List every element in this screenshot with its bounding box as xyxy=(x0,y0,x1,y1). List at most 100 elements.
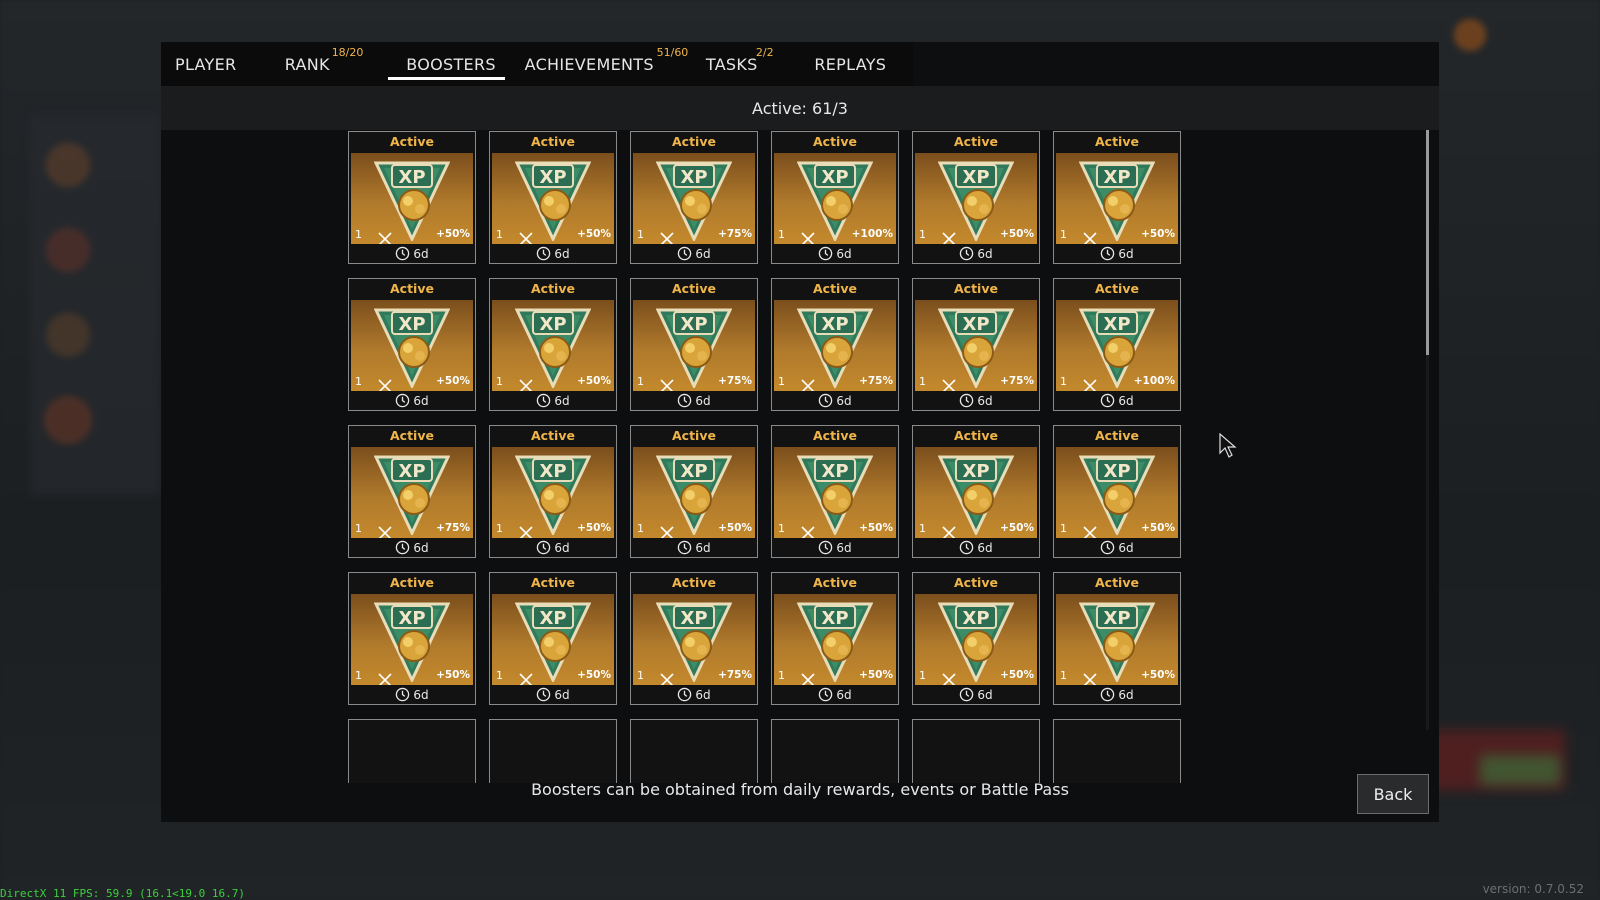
booster-bonus: +75% xyxy=(718,669,752,681)
clock-icon xyxy=(396,393,410,408)
booster-bonus: +50% xyxy=(859,669,893,681)
booster-bonus: +100% xyxy=(851,228,893,240)
booster-time: 6d xyxy=(554,246,570,261)
svg-text:XP: XP xyxy=(398,608,425,629)
clock-icon xyxy=(396,246,410,261)
booster-image: XP 1 +50% xyxy=(492,447,614,538)
booster-card[interactable]: Active XP 1 +100% 6d xyxy=(1053,278,1181,411)
clock-icon xyxy=(1101,687,1115,702)
booster-status: Active xyxy=(390,134,434,149)
svg-text:XP: XP xyxy=(680,461,707,482)
booster-status: Active xyxy=(813,575,857,590)
booster-status: Active xyxy=(672,428,716,443)
booster-image: XP 1 +50% xyxy=(492,153,614,244)
back-button[interactable]: Back xyxy=(1357,774,1429,814)
booster-card[interactable]: Active XP 1 +75% 6d xyxy=(771,278,899,411)
booster-status: Active xyxy=(672,134,716,149)
booster-card[interactable]: Active XP 1 +50% 6d xyxy=(912,425,1040,558)
booster-image: XP 1 +75% xyxy=(633,594,755,685)
booster-card[interactable]: Active XP 1 +50% 6d xyxy=(489,425,617,558)
booster-time: 6d xyxy=(977,540,993,555)
clock-icon xyxy=(537,246,551,261)
booster-time: 6d xyxy=(977,393,993,408)
booster-count: 1 xyxy=(919,522,956,538)
svg-text:XP: XP xyxy=(1103,167,1130,188)
booster-count: 1 xyxy=(496,228,533,244)
svg-text:XP: XP xyxy=(680,314,707,335)
tab-rank[interactable]: RANK 18/20 xyxy=(270,42,389,86)
booster-status: Active xyxy=(1095,134,1139,149)
booster-card[interactable]: Active XP 1 +50% 6d xyxy=(1053,572,1181,705)
booster-time: 6d xyxy=(836,540,852,555)
booster-count-value: 1 xyxy=(778,669,785,682)
crossed-swords-icon xyxy=(1083,232,1097,244)
svg-text:XP: XP xyxy=(962,314,989,335)
booster-count: 1 xyxy=(1060,669,1097,685)
booster-card-partial[interactable] xyxy=(348,719,476,783)
svg-text:XP: XP xyxy=(962,608,989,629)
booster-card[interactable]: Active XP 1 +75% 6d xyxy=(912,278,1040,411)
booster-count-value: 1 xyxy=(355,375,362,388)
booster-card[interactable]: Active XP 1 +50% 6d xyxy=(771,572,899,705)
booster-status: Active xyxy=(531,281,575,296)
svg-text:XP: XP xyxy=(398,461,425,482)
blurred-sidebar xyxy=(30,115,160,495)
booster-timer: 6d xyxy=(349,687,475,702)
tab-boosters[interactable]: BOOSTERS xyxy=(388,42,506,86)
booster-card-partial[interactable] xyxy=(1053,719,1181,783)
booster-card[interactable]: Active XP 1 +50% 6d xyxy=(489,572,617,705)
booster-card[interactable]: Active XP 1 +75% 6d xyxy=(348,425,476,558)
booster-image: XP 1 +50% xyxy=(915,153,1037,244)
tab-tasks[interactable]: TASKS 2/2 xyxy=(706,42,815,86)
booster-bonus: +50% xyxy=(718,522,752,534)
booster-card[interactable]: Active XP 1 +75% 6d xyxy=(630,572,758,705)
crossed-swords-icon xyxy=(660,232,674,244)
clock-icon xyxy=(396,540,410,555)
booster-image: XP 1 +100% xyxy=(774,153,896,244)
booster-card[interactable]: Active XP 1 +50% 6d xyxy=(489,278,617,411)
booster-card[interactable]: Active XP 1 +50% 6d xyxy=(1053,131,1181,264)
booster-card[interactable]: Active XP 1 +50% 6d xyxy=(348,572,476,705)
tab-achievements[interactable]: ACHIEVEMENTS 51/60 xyxy=(507,42,706,86)
booster-hint: Boosters can be obtained from daily rewa… xyxy=(531,780,1069,799)
booster-timer: 6d xyxy=(913,687,1039,702)
booster-card[interactable]: Active XP 1 +50% 6d xyxy=(1053,425,1181,558)
booster-count: 1 xyxy=(1060,375,1097,391)
booster-card-partial[interactable] xyxy=(630,719,758,783)
booster-time: 6d xyxy=(695,687,711,702)
booster-card[interactable]: Active XP 1 +50% 6d xyxy=(489,131,617,264)
scrollbar[interactable] xyxy=(1426,130,1429,730)
booster-card[interactable]: Active XP 1 +50% 6d xyxy=(912,131,1040,264)
tab-replays[interactable]: REPLAYS xyxy=(814,42,913,86)
booster-image: XP 1 +50% xyxy=(351,594,473,685)
booster-time: 6d xyxy=(1118,393,1134,408)
tab-label: ACHIEVEMENTS xyxy=(524,54,654,74)
booster-bonus: +50% xyxy=(577,522,611,534)
booster-card[interactable]: Active XP 1 +50% 6d xyxy=(348,278,476,411)
booster-timer: 6d xyxy=(1054,687,1180,702)
booster-card[interactable]: Active XP 1 +50% 6d xyxy=(348,131,476,264)
booster-timer: 6d xyxy=(913,393,1039,408)
scrollbar-thumb[interactable] xyxy=(1426,130,1429,355)
booster-card-partial[interactable] xyxy=(489,719,617,783)
active-count: Active: 61/3 xyxy=(752,98,848,118)
booster-card[interactable]: Active XP 1 +75% 6d xyxy=(630,131,758,264)
booster-card[interactable]: Active XP 1 +50% 6d xyxy=(771,425,899,558)
booster-card[interactable]: Active XP 1 +100% 6d xyxy=(771,131,899,264)
tab-badge: 51/60 xyxy=(656,46,689,59)
booster-grid[interactable]: Active XP 1 +50% 6d Active XP 1 +50% 6d … xyxy=(161,130,1439,783)
booster-card-partial[interactable] xyxy=(912,719,1040,783)
booster-status: Active xyxy=(1095,281,1139,296)
booster-count: 1 xyxy=(637,375,674,391)
booster-card[interactable]: Active XP 1 +50% 6d xyxy=(630,425,758,558)
booster-card-partial[interactable] xyxy=(771,719,899,783)
booster-bonus: +75% xyxy=(718,228,752,240)
active-tab-underline xyxy=(388,77,505,80)
booster-bonus: +50% xyxy=(1141,522,1175,534)
booster-card[interactable]: Active XP 1 +75% 6d xyxy=(630,278,758,411)
booster-count-value: 1 xyxy=(355,522,362,535)
tab-player[interactable]: PLAYER xyxy=(161,42,270,86)
booster-status: Active xyxy=(954,281,998,296)
tab-bar: PLAYER RANK 18/20 BOOSTERS ACHIEVEMENTS … xyxy=(161,42,913,86)
booster-card[interactable]: Active XP 1 +50% 6d xyxy=(912,572,1040,705)
